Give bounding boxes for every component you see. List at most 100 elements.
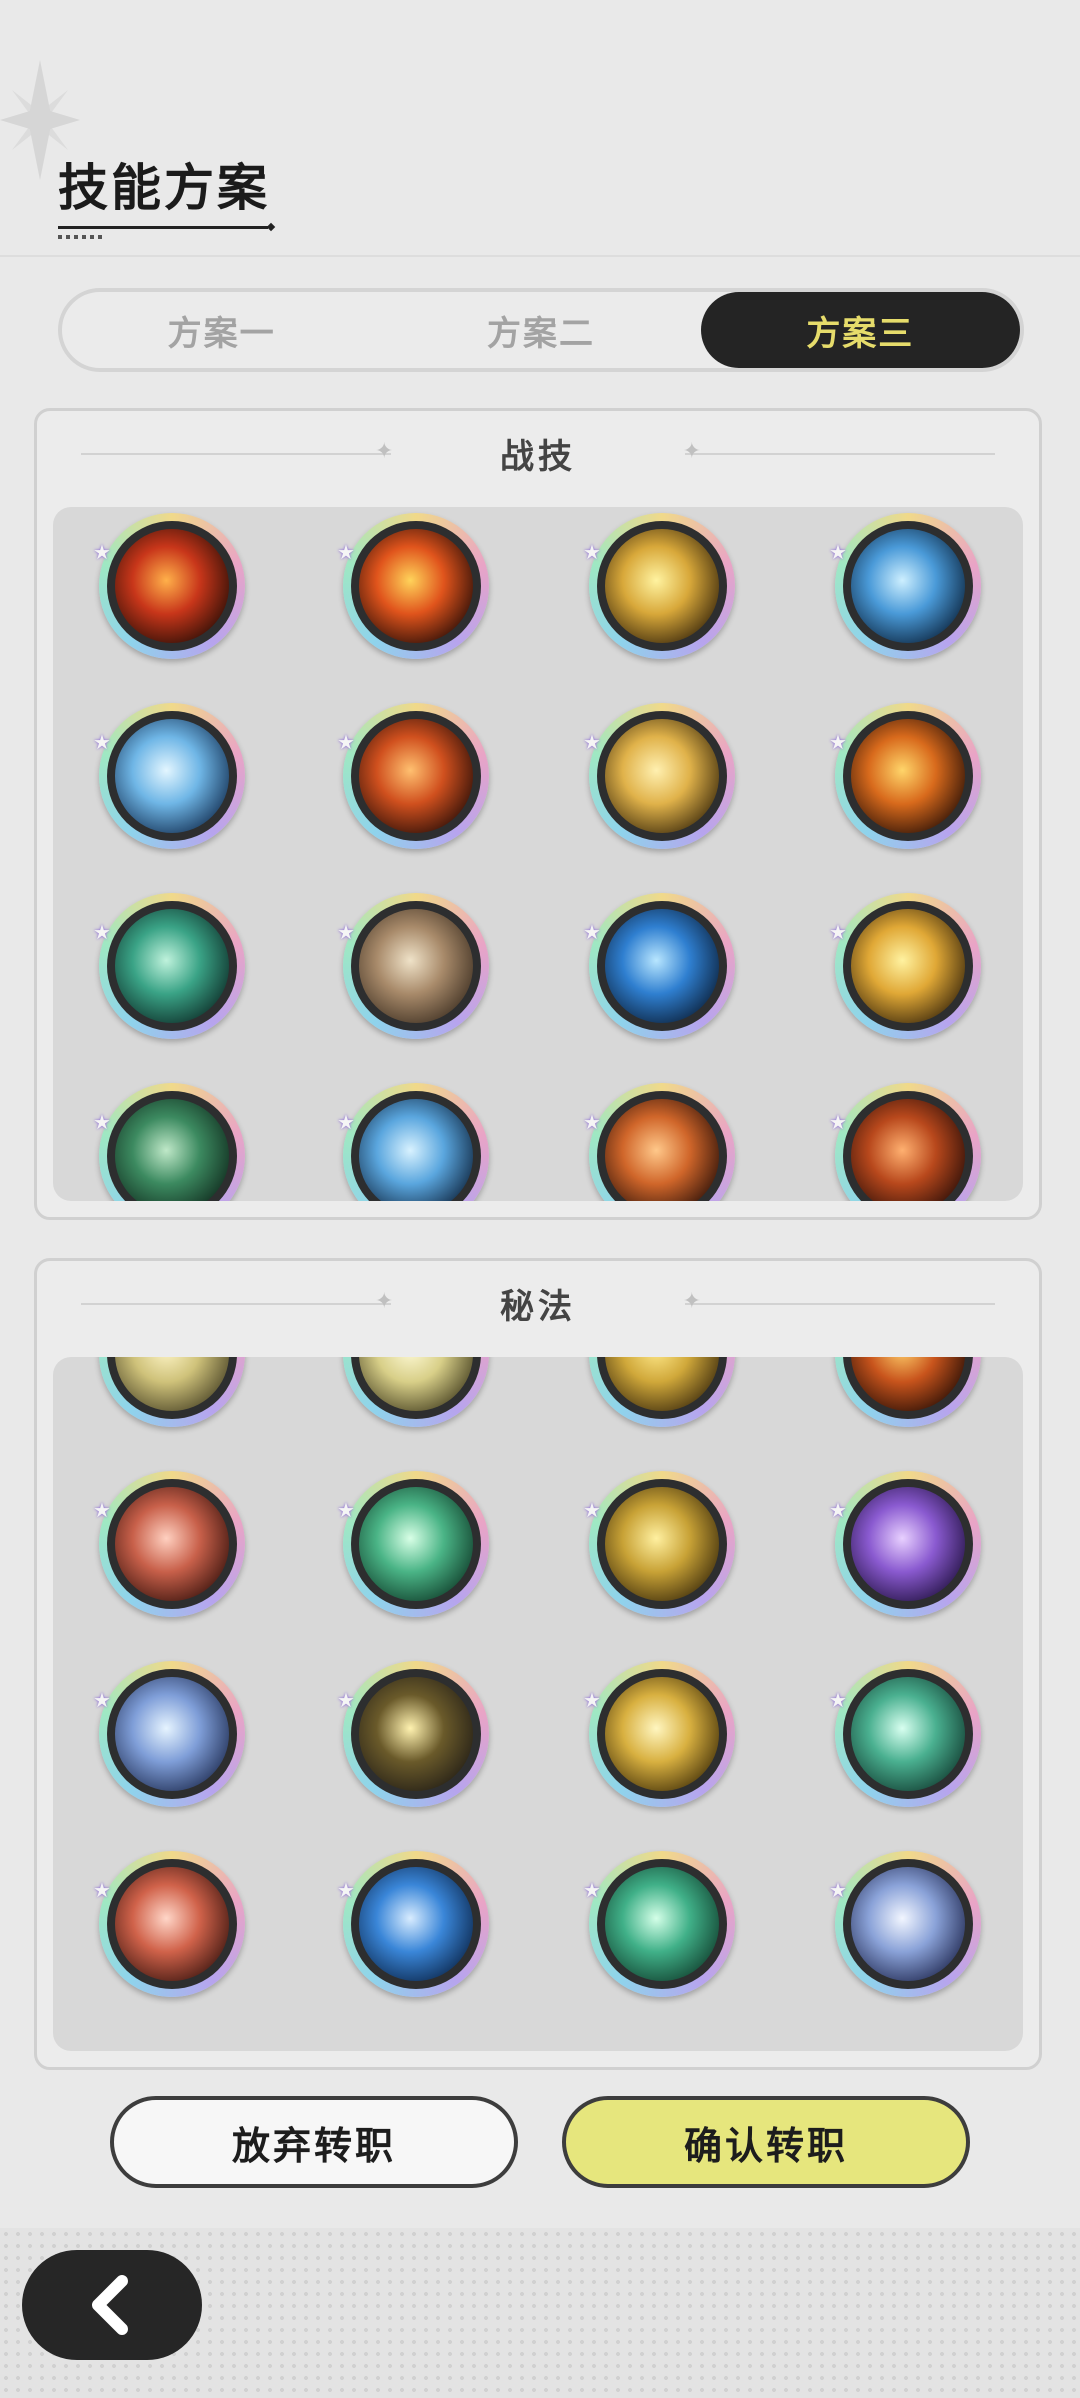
rarity-star-icon: ★ bbox=[337, 1110, 355, 1134]
combat-skills-grid[interactable]: ★ ★ ★ ★ ★ ★ ★ ★ ★ ★ ★ ★ ★ ★ ★ ★ bbox=[53, 507, 1023, 1201]
rarity-star-icon: ★ bbox=[829, 1878, 847, 1902]
rarity-star-icon: ★ bbox=[583, 1878, 601, 1902]
rarity-star-icon: ★ bbox=[93, 730, 111, 754]
rarity-star-icon: ★ bbox=[583, 920, 601, 944]
wind-slash-skill-icon[interactable]: ★ bbox=[93, 893, 245, 1039]
back-button[interactable] bbox=[22, 2250, 202, 2360]
icon-art bbox=[851, 529, 965, 643]
arcane-skills-panel: ✦ ✦ 秘法 ★ ★ ★ ★ ★ ★ ★ ★ ★ ★ ★ ★ ★ ★ ★ ★ bbox=[34, 1258, 1042, 2070]
icon-art bbox=[115, 529, 229, 643]
icon-art bbox=[359, 909, 473, 1023]
icon-art bbox=[359, 1867, 473, 1981]
fire-ring-skill-icon[interactable]: ★ bbox=[337, 703, 489, 849]
title-underline bbox=[58, 226, 268, 229]
fire-spirit-skill-icon[interactable]: ★ bbox=[829, 703, 981, 849]
icon-art bbox=[115, 1099, 229, 1201]
icon-art bbox=[851, 1487, 965, 1601]
arcane-skills-grid[interactable]: ★ ★ ★ ★ ★ ★ ★ ★ ★ ★ ★ ★ ★ ★ ★ ★ bbox=[53, 1357, 1023, 2051]
icon-art bbox=[605, 719, 719, 833]
fire-meditation-arcane-icon[interactable]: ★ bbox=[93, 1851, 245, 1997]
fire-aura-arcane-icon[interactable]: ★ bbox=[93, 1471, 245, 1617]
heart-heal-arcane-icon[interactable]: ★ bbox=[337, 1471, 489, 1617]
light-beam-skill-icon[interactable]: ★ bbox=[583, 703, 735, 849]
rarity-star-icon: ★ bbox=[337, 540, 355, 564]
combat-skills-header: ✦ ✦ 战技 bbox=[37, 411, 1039, 497]
icon-art bbox=[115, 1677, 229, 1791]
rarity-star-icon: ★ bbox=[93, 920, 111, 944]
rarity-star-icon: ★ bbox=[337, 1878, 355, 1902]
ice-crystal-skill-icon[interactable]: ★ bbox=[93, 703, 245, 849]
arcane-skills-title: 秘法 bbox=[500, 1287, 576, 1327]
fire-sprite-arcane-icon[interactable]: ★ bbox=[835, 1357, 981, 1427]
star-orb-arcane-icon[interactable]: ★ bbox=[829, 1851, 981, 1997]
water-splash-skill-icon[interactable]: ★ bbox=[583, 893, 735, 1039]
nature-orb-arcane-icon[interactable]: ★ bbox=[829, 1661, 981, 1807]
icon-art bbox=[605, 1677, 719, 1791]
fireball-skill-icon[interactable]: ★ bbox=[93, 513, 245, 659]
icon-art bbox=[605, 529, 719, 643]
rarity-star-icon: ★ bbox=[829, 920, 847, 944]
header-divider bbox=[0, 255, 1080, 257]
rarity-star-icon: ★ bbox=[583, 540, 601, 564]
rarity-star-icon: ★ bbox=[337, 730, 355, 754]
icon-art bbox=[851, 909, 965, 1023]
tab-plan-3[interactable]: 方案三 bbox=[700, 292, 1020, 368]
icon-art bbox=[851, 1677, 965, 1791]
rarity-star-icon: ★ bbox=[583, 730, 601, 754]
fire-swirl-skill-icon[interactable]: ★ bbox=[583, 1083, 735, 1201]
thorn-vine-skill-icon[interactable]: ★ bbox=[93, 1083, 245, 1201]
rarity-star-icon: ★ bbox=[337, 920, 355, 944]
icon-art bbox=[359, 1677, 473, 1791]
flame-burst-skill-icon[interactable]: ★ bbox=[337, 513, 489, 659]
chevron-left-icon bbox=[92, 2275, 128, 2335]
combat-skills-panel: ✦ ✦ 战技 ★ ★ ★ ★ ★ ★ ★ ★ ★ ★ ★ ★ ★ ★ ★ ★ bbox=[34, 408, 1042, 1220]
halo-ring-arcane-icon[interactable]: ★ bbox=[337, 1661, 489, 1807]
shadow-figure-arcane-icon[interactable]: ★ bbox=[99, 1357, 245, 1427]
purple-swirl-arcane-icon[interactable]: ★ bbox=[829, 1471, 981, 1617]
rarity-star-icon: ★ bbox=[93, 1688, 111, 1712]
rarity-star-icon: ★ bbox=[93, 1110, 111, 1134]
rarity-star-icon: ★ bbox=[829, 1498, 847, 1522]
confirm-job-change-button[interactable]: 确认转职 bbox=[562, 2096, 970, 2188]
arcane-skills-header: ✦ ✦ 秘法 bbox=[37, 1261, 1039, 1347]
holy-figure-arcane-icon[interactable]: ★ bbox=[343, 1357, 489, 1427]
page-header: 技能方案 bbox=[58, 158, 270, 239]
rarity-star-icon: ★ bbox=[583, 1498, 601, 1522]
flame-vortex-skill-icon[interactable]: ★ bbox=[829, 1083, 981, 1201]
rarity-star-icon: ★ bbox=[337, 1688, 355, 1712]
ice-shard-skill-icon[interactable]: ★ bbox=[829, 513, 981, 659]
icon-art bbox=[851, 1867, 965, 1981]
golden-burst-skill-icon[interactable]: ★ bbox=[829, 893, 981, 1039]
title-dots bbox=[58, 235, 104, 239]
light-sphere-arcane-icon[interactable]: ★ bbox=[583, 1661, 735, 1807]
rarity-star-icon: ★ bbox=[93, 540, 111, 564]
rarity-star-icon: ★ bbox=[93, 1498, 111, 1522]
ice-spike-skill-icon[interactable]: ★ bbox=[337, 1083, 489, 1201]
abandon-job-change-button[interactable]: 放弃转职 bbox=[110, 2096, 518, 2188]
icon-art bbox=[605, 1867, 719, 1981]
rarity-star-icon: ★ bbox=[829, 1688, 847, 1712]
card-throw-skill-icon[interactable]: ★ bbox=[337, 893, 489, 1039]
page-title: 技能方案 bbox=[58, 159, 270, 217]
rarity-star-icon: ★ bbox=[583, 1688, 601, 1712]
prayer-figure-arcane-icon[interactable]: ★ bbox=[589, 1357, 735, 1427]
icon-art bbox=[851, 719, 965, 833]
combat-skills-title: 战技 bbox=[500, 437, 576, 477]
icon-art bbox=[851, 1099, 965, 1201]
icon-art bbox=[359, 529, 473, 643]
tab-plan-2[interactable]: 方案二 bbox=[381, 292, 700, 368]
wing-dash-arcane-icon[interactable]: ★ bbox=[583, 1471, 735, 1617]
icon-art bbox=[115, 1487, 229, 1601]
tab-plan-1[interactable]: 方案一 bbox=[62, 292, 381, 368]
rarity-star-icon: ★ bbox=[93, 1878, 111, 1902]
rarity-star-icon: ★ bbox=[583, 1110, 601, 1134]
crystal-orb-arcane-icon[interactable]: ★ bbox=[93, 1661, 245, 1807]
star-sparkle-skill-icon[interactable]: ★ bbox=[583, 513, 735, 659]
rarity-star-icon: ★ bbox=[337, 1498, 355, 1522]
water-meditation-arcane-icon[interactable]: ★ bbox=[337, 1851, 489, 1997]
wind-meditation-arcane-icon[interactable]: ★ bbox=[583, 1851, 735, 1997]
icon-art bbox=[605, 909, 719, 1023]
rarity-star-icon: ★ bbox=[829, 1110, 847, 1134]
rarity-star-icon: ★ bbox=[829, 540, 847, 564]
icon-art bbox=[115, 719, 229, 833]
